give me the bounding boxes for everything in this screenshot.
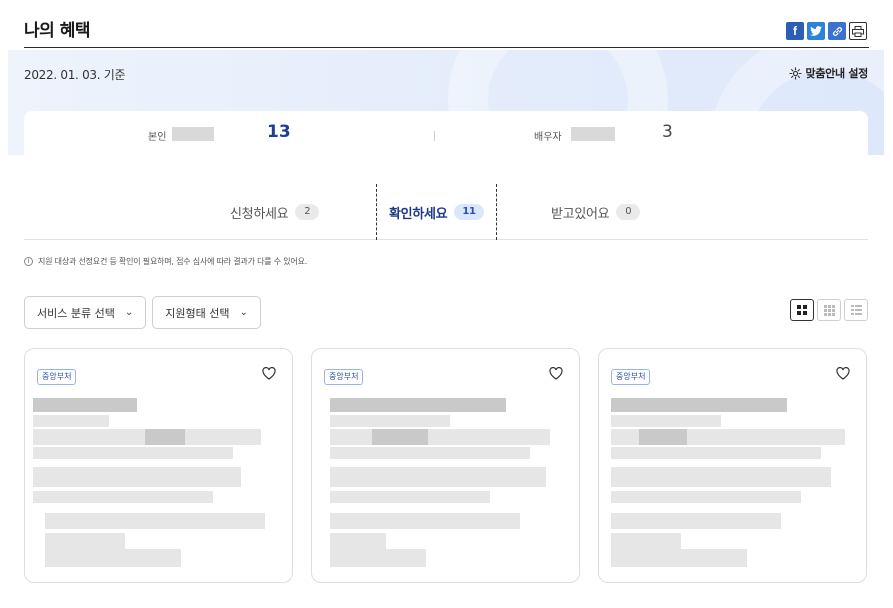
tab-count-badge: 11 [454,204,484,220]
blurred-text [330,467,546,487]
select-label: 서비스 분류 선택 [37,306,115,320]
grid-view-button[interactable] [790,299,814,321]
blurred-text [330,447,530,459]
blurred-text [330,415,450,427]
blurred-text [330,491,490,503]
spouse-label: 배우자 [534,132,562,143]
facebook-icon[interactable]: f [786,22,804,40]
blurred-text [611,513,781,529]
blurred-text [33,415,109,427]
blurred-text [611,467,831,487]
notice: i 지원 대상과 선정요건 등 확인이 필요하며, 접수 심사에 따라 결과가 … [24,256,307,267]
tab-apply[interactable]: 신청하세요 2 [230,184,320,240]
list-view-button[interactable] [844,299,868,321]
blurred-text [33,467,241,487]
blurred-text [45,513,265,529]
benefit-card[interactable]: 중앙부처 [311,348,580,583]
chevron-down-icon: ⌄ [124,307,134,318]
grid-icon [797,305,807,315]
small-grid-view-button[interactable] [817,299,841,321]
page-header: 나의 혜택 f [24,0,869,48]
card-tag: 중앙부처 [611,369,651,385]
chevron-down-icon: ⌄ [239,307,248,318]
blurred-title [611,398,787,412]
support-type-select[interactable]: 지원형태 선택 ⌄ [152,296,261,329]
benefit-card[interactable]: 중앙부처 [24,348,293,583]
benefit-card[interactable]: 중앙부처 [598,348,867,583]
heart-icon[interactable] [262,367,276,380]
service-category-select[interactable]: 서비스 분류 선택 ⌄ [24,296,147,329]
blurred-text [45,549,181,567]
blurred-text [330,513,520,529]
blurred-text [330,533,386,549]
spouse-count: 3 [662,122,673,142]
reference-date: 2022. 01. 03. 기준 [24,68,126,82]
select-label: 지원형태 선택 [165,306,230,320]
blurred-title [330,398,506,412]
self-count: 13 [267,122,291,142]
blurred-text [330,549,426,567]
blurred-text [611,549,747,567]
page-title: 나의 혜택 [24,21,90,41]
blurred-text [372,429,428,445]
notice-text: 지원 대상과 선정요건 등 확인이 필요하며, 접수 심사에 따라 결과가 다를… [38,257,308,266]
blurred-text [33,491,213,503]
card-tag: 중앙부처 [324,369,364,385]
blurred-text [639,429,687,445]
tab-receiving[interactable]: 받고있어요 0 [551,184,641,240]
masked-name [571,127,615,141]
blurred-text [611,447,821,459]
filter-bar: 서비스 분류 선택 ⌄ 지원형태 선택 ⌄ [24,296,261,329]
twitter-icon[interactable] [807,22,825,40]
link-icon[interactable] [828,22,846,40]
settings-label: 맞춤안내 설정 [805,67,869,80]
tab-count-badge: 0 [616,204,641,220]
tab-check[interactable]: 확인하세요 11 [376,184,497,240]
info-icon: i [24,257,33,266]
blurred-text [45,533,125,549]
heart-icon[interactable] [836,367,850,380]
self-label: 본인 [148,132,167,143]
benefit-tabs: 신청하세요 2 확인하세요 11 받고있어요 0 [24,184,868,240]
blurred-title [33,398,137,412]
heart-icon[interactable] [549,367,563,380]
blurred-text [611,533,681,549]
tab-count-badge: 2 [295,204,320,220]
card-tag: 중앙부처 [37,369,77,385]
list-icon [850,305,862,315]
masked-name [172,127,214,141]
blurred-text [611,491,801,503]
small-grid-icon [823,304,835,316]
gear-icon [788,66,802,80]
blurred-text [145,429,185,445]
divider [434,131,435,141]
blurred-text [330,429,550,445]
tab-label: 확인하세요 [389,206,448,222]
tab-label: 신청하세요 [230,206,289,222]
benefit-count-card: 본인 13 배우자 3 [24,111,868,155]
custom-notice-settings-button[interactable]: 맞춤안내 설정 [788,65,869,81]
view-toggle [790,299,868,321]
print-icon[interactable] [849,22,867,40]
blurred-text [33,447,233,459]
share-buttons: f [786,22,867,40]
tab-label: 받고있어요 [551,206,610,222]
blurred-text [611,415,721,427]
